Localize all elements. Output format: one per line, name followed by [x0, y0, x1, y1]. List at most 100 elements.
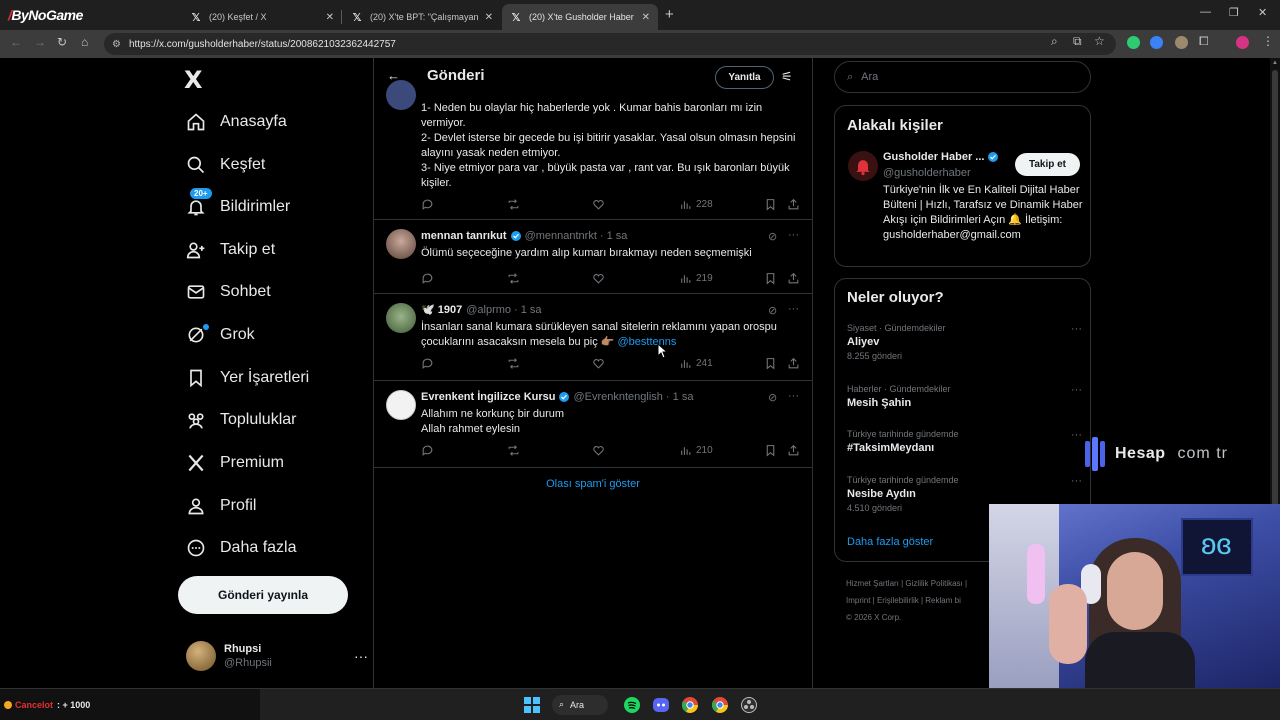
like-icon[interactable] — [592, 272, 605, 285]
tweet-author-handle[interactable]: @Evrenkntenglish — [573, 391, 662, 403]
reply-icon[interactable] — [421, 198, 434, 211]
home-browser-icon[interactable]: ⌂ — [81, 35, 88, 49]
sidebar-item-follow[interactable]: Takip et — [186, 234, 275, 266]
share-icon[interactable] — [787, 444, 800, 457]
extension-icon[interactable] — [1175, 36, 1188, 49]
sidebar-item-home[interactable]: Anasayfa — [186, 106, 287, 138]
like-icon[interactable] — [592, 357, 605, 370]
chrome-profile-icon[interactable] — [712, 697, 728, 713]
tweet-avatar[interactable] — [386, 80, 416, 110]
tab-close-icon[interactable]: ✕ — [485, 12, 493, 23]
bookmark-small-icon[interactable] — [764, 357, 777, 370]
trend-item[interactable]: Türkiye tarihinde gündemde #TaksimMeydan… — [847, 429, 1082, 454]
show-spam-link[interactable]: Olası spam'i göster — [374, 478, 812, 490]
account-more-icon[interactable]: ··· — [354, 648, 368, 664]
tweet-more-icon[interactable]: ··· — [788, 390, 799, 402]
address-bar[interactable]: ⚙ https://x.com/gusholderhaber/status/20… — [104, 33, 1116, 55]
sidebar-item-explore[interactable]: Keşfet — [186, 149, 265, 181]
x-logo-icon[interactable]: X — [184, 66, 203, 94]
trend-more-icon[interactable]: ··· — [1071, 384, 1082, 396]
bookmark-star-icon[interactable]: ☆ — [1094, 34, 1105, 48]
tweet-author-name[interactable]: 🕊️ 1907 — [421, 303, 462, 316]
new-tab-button[interactable]: + — [665, 6, 674, 23]
tweet[interactable]: 1- Neden bu olaylar hiç haberlerde yok .… — [374, 80, 812, 220]
views-icon[interactable]: 241 — [679, 357, 713, 370]
taskbar-search[interactable]: ⌕ Ara — [552, 695, 608, 715]
sidebar-item-bookmarks[interactable]: Yer İşaretleri — [186, 362, 309, 394]
tweet-avatar[interactable] — [386, 229, 416, 259]
site-info-icon[interactable]: ⚙ — [112, 39, 121, 50]
follow-button[interactable]: Takip et — [1015, 153, 1080, 176]
reply-button[interactable]: Yanıtla — [715, 66, 774, 89]
trend-more-icon[interactable]: ··· — [1071, 429, 1082, 441]
tweet-avatar[interactable] — [386, 390, 416, 420]
retweet-icon[interactable] — [507, 357, 520, 370]
tweet-time[interactable]: · 1 sa — [514, 304, 542, 316]
close-window-icon[interactable]: ✕ — [1258, 6, 1267, 19]
windows-start-icon[interactable] — [524, 697, 540, 713]
bookmark-small-icon[interactable] — [764, 272, 777, 285]
avatar[interactable] — [848, 151, 878, 181]
grok-explain-icon[interactable]: ⊘ — [768, 304, 777, 317]
share-icon[interactable] — [787, 357, 800, 370]
share-icon[interactable] — [787, 198, 800, 211]
views-icon[interactable]: 228 — [679, 198, 713, 211]
grok-explain-icon[interactable]: ⊘ — [768, 230, 777, 243]
sidebar-item-chat[interactable]: Sohbet — [186, 276, 271, 308]
cast-icon[interactable]: ⧉ — [1073, 34, 1082, 49]
reply-icon[interactable] — [421, 272, 434, 285]
views-icon[interactable]: 219 — [679, 272, 713, 285]
views-icon[interactable]: 210 — [679, 444, 713, 457]
sidebar-item-notifications[interactable]: 20+ Bildirimler — [186, 188, 290, 223]
bookmark-small-icon[interactable] — [764, 198, 777, 211]
profile-avatar-icon[interactable] — [1236, 36, 1249, 49]
trend-item[interactable]: Siyaset · Gündemdekiler Aliyev 8.255 gön… — [847, 323, 1082, 361]
obs-icon[interactable] — [741, 697, 757, 713]
scroll-up-arrow-icon[interactable]: ▲ — [1272, 60, 1278, 66]
tab-explore[interactable]: 𝕏 (20) Keşfet / X ✕ — [182, 4, 342, 30]
trend-more-icon[interactable]: ··· — [1071, 475, 1082, 487]
retweet-icon[interactable] — [507, 272, 520, 285]
account-switcher[interactable]: Rhupsi @Rhupsii ··· — [186, 640, 368, 672]
sidebar-item-premium[interactable]: Premium — [186, 447, 284, 479]
show-more-link[interactable]: Daha fazla göster — [847, 536, 933, 548]
tweet[interactable]: Evrenkent İngilizce Kursu @Evrenkntengli… — [374, 381, 812, 468]
discord-icon[interactable] — [653, 697, 669, 713]
trend-more-icon[interactable]: ··· — [1071, 323, 1082, 335]
share-icon[interactable] — [787, 272, 800, 285]
related-name-row[interactable]: Gusholder Haber ... — [883, 151, 1002, 163]
zoom-icon[interactable]: ⌕ — [1051, 34, 1058, 49]
tweet-author-handle[interactable]: @alprmo — [466, 304, 511, 316]
back-nav-icon[interactable]: ← — [10, 35, 22, 49]
reload-icon[interactable]: ↻ — [57, 35, 67, 49]
tab-bpt-post[interactable]: 𝕏 (20) X'te BPT: "Çalışmayan gençl ✕ — [343, 4, 501, 30]
audio-extension-icon[interactable] — [1150, 36, 1163, 49]
reply-icon[interactable] — [421, 357, 434, 370]
tweet-time[interactable]: · 1 sa — [666, 391, 694, 403]
tab-close-icon[interactable]: ✕ — [326, 12, 334, 23]
chrome-icon[interactable] — [682, 697, 698, 713]
tweet[interactable]: mennan tanrıkut @mennantnrkt · 1 sa ⊘ ··… — [374, 220, 812, 294]
tab-gusholder-post[interactable]: 𝕏 (20) X'te Gusholder Haber Bülte ✕ — [502, 4, 658, 30]
tab-close-icon[interactable]: ✕ — [642, 12, 650, 23]
sidebar-item-communities[interactable]: Topluluklar — [186, 404, 296, 436]
retweet-icon[interactable] — [507, 198, 520, 211]
trend-item[interactable]: Haberler · Gündemdekiler Mesih Şahin ··· — [847, 384, 1082, 409]
minimize-icon[interactable]: — — [1200, 6, 1211, 18]
reply-icon[interactable] — [421, 444, 434, 457]
puzzle-extensions-icon[interactable]: ⧠ — [1199, 34, 1209, 49]
tweet-author-name[interactable]: mennan tanrıkut — [421, 230, 507, 242]
related-handle[interactable]: @gusholderhaber — [883, 167, 971, 179]
tweet[interactable]: 🕊️ 1907 @alprmo · 1 sa ⊘ ··· İnsanları s… — [374, 294, 812, 381]
tweet-time[interactable]: · 1 sa — [600, 230, 628, 242]
sidebar-item-profile[interactable]: Profil — [186, 490, 256, 522]
maximize-icon[interactable]: ❐ — [1229, 6, 1239, 19]
tweet-author-handle[interactable]: @mennantnrkt — [525, 230, 597, 242]
grok-explain-icon[interactable]: ⊘ — [768, 391, 777, 404]
filter-sliders-icon[interactable]: ⚟ — [781, 69, 793, 85]
sidebar-item-more[interactable]: Daha fazla — [186, 532, 297, 564]
tweet-more-icon[interactable]: ··· — [788, 303, 799, 315]
tweet-avatar[interactable] — [386, 303, 416, 333]
like-icon[interactable] — [592, 444, 605, 457]
spotify-icon[interactable] — [624, 697, 640, 713]
